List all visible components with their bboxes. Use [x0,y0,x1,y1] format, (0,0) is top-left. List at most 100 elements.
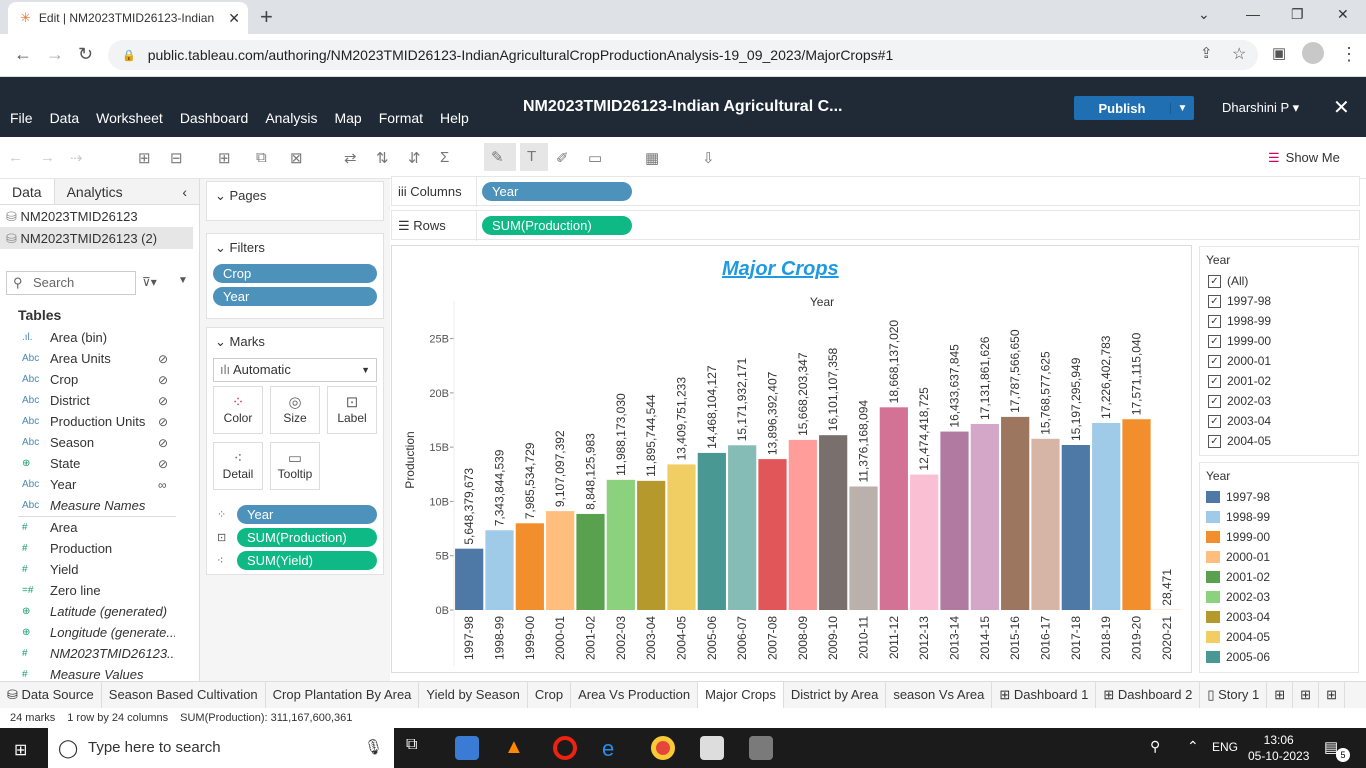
presentation-icon[interactable]: ▦ [645,149,659,167]
year-filter-checkbox[interactable]: ✓ 2001-02 [1200,371,1358,391]
field-item[interactable]: # Measure Values [0,664,199,681]
minimize-button[interactable]: — [1246,6,1260,22]
tooltip-button[interactable]: ▭ Tooltip [270,442,320,490]
size-button[interactable]: ◎ Size [270,386,320,434]
marks-pill-yield[interactable]: SUM(Yield) [237,551,377,570]
collapse-icon[interactable]: ⌄ [215,334,230,349]
collapse-icon[interactable]: ⌄ [215,188,230,203]
field-item[interactable]: Abc Crop ⊘ [0,369,199,390]
link-icon[interactable]: ∞ [158,478,167,492]
field-item[interactable]: ⊕ State ⊘ [0,453,199,474]
microphone-icon[interactable]: 🎙 [364,728,383,768]
new-story-icon[interactable]: ⊞ [1319,681,1345,709]
field-item[interactable]: Abc District ⊘ [0,390,199,411]
chrome-icon[interactable] [651,736,675,760]
show-me-button[interactable]: ☰ Show Me [1268,150,1340,166]
new-worksheet-icon[interactable]: ⊞ [218,149,231,167]
rows-shelf[interactable]: ☰ Rows SUM(Production) [391,210,1360,241]
forward-icon[interactable]: → [46,44,64,65]
year-filter-checkbox[interactable]: ✓ 2003-04 [1200,411,1358,431]
year-filter-checkbox[interactable]: ✓ (All) [1200,271,1358,291]
collapse-icon[interactable]: ⌄ [215,240,230,255]
computer-app-icon[interactable] [455,736,479,760]
show-labels-icon[interactable]: T [520,143,548,171]
unlink-icon[interactable]: ⊘ [158,415,168,429]
redo-icon[interactable]: → [40,149,55,166]
sidebar-icon[interactable]: ▣ [1272,44,1286,62]
year-filter-checkbox[interactable]: ✓ 2004-05 [1200,431,1358,451]
profile-avatar[interactable] [1302,42,1324,64]
vlc-icon[interactable]: ▲ [504,736,528,760]
menu-data[interactable]: Data [50,110,80,126]
legend-item[interactable]: 1998-99 [1200,507,1358,527]
duplicate-sheet-icon[interactable]: ⧉ [256,149,267,166]
totals-icon[interactable]: Σ [440,149,449,166]
year-filter-checkbox[interactable]: ✓ 2000-01 [1200,351,1358,371]
field-item[interactable]: Abc Production Units ⊘ [0,411,199,432]
filter-pill-year[interactable]: Year [213,287,377,306]
menu-analysis[interactable]: Analysis [265,110,317,126]
sort-desc-icon[interactable]: ⇵ [408,149,421,167]
sheet-tab[interactable]: District by Area [784,681,887,709]
replay-icon[interactable]: ⇢ [70,149,83,167]
year-filter-checkbox[interactable]: ✓ 1998-99 [1200,311,1358,331]
bookmark-star-icon[interactable]: ☆ [1232,44,1246,64]
user-menu[interactable]: Dharshini P ▾ [1222,100,1299,116]
task-view-icon[interactable]: ⧉ [406,736,430,760]
pane-menu-icon[interactable]: ▼ [178,275,188,286]
unlink-icon[interactable]: ⊘ [158,394,168,408]
sheet-tab[interactable]: Crop Plantation By Area [266,681,420,709]
publish-dropdown-icon[interactable]: ▼ [1170,102,1194,114]
unlink-icon[interactable]: ⊘ [158,373,168,387]
legend-item[interactable]: 2004-05 [1200,627,1358,647]
pages-card[interactable]: ⌄ Pages [206,181,384,221]
unlink-icon[interactable]: ⊘ [158,436,168,450]
field-item[interactable]: Abc Year ∞ [0,474,199,495]
edge-icon[interactable]: e [602,736,626,761]
download-icon[interactable]: ⇩ [702,149,715,167]
field-item[interactable]: Abc Season ⊘ [0,432,199,453]
marks-pill-production[interactable]: SUM(Production) [237,528,377,547]
clock[interactable]: 13:06 05-10-2023 [1248,732,1309,764]
columns-shelf[interactable]: iii Columns Year [391,176,1360,207]
year-filter-checkbox[interactable]: ✓ 1997-98 [1200,291,1358,311]
field-item[interactable]: .ıl. Area (bin) [0,327,199,348]
sort-asc-icon[interactable]: ⇅ [376,149,389,167]
field-item[interactable]: # NM2023TMID26123... [0,643,199,664]
sheet-tab[interactable]: Major Crops [698,681,784,709]
people-icon[interactable]: ⚲ [1150,738,1160,755]
dashboard-tab[interactable]: ⊞ Dashboard 2 [1096,681,1201,709]
close-window-button[interactable]: ✕ [1337,6,1349,23]
menu-map[interactable]: Map [334,110,361,126]
close-tab-icon[interactable]: ✕ [228,10,240,27]
menu-format[interactable]: Format [379,110,423,126]
opera-icon[interactable] [553,736,577,760]
field-search-input[interactable]: ⚲ Search [6,271,136,295]
clear-sheet-icon[interactable]: ⊠ [290,149,303,167]
field-item[interactable]: ⊕ Latitude (generated) [0,601,199,622]
browser-tab[interactable]: ✳ Edit | NM2023TMID26123-Indian ✕ [8,2,248,34]
datasource-item-selected[interactable]: ⛁ NM2023TMID26123 (2) [0,227,193,249]
field-item[interactable]: # Yield [0,559,199,580]
legend-item[interactable]: 1999-00 [1200,527,1358,547]
field-item[interactable]: # Production [0,538,199,559]
legend-item[interactable]: 2003-04 [1200,607,1358,627]
back-icon[interactable]: ← [14,44,32,65]
sheet-tab[interactable]: Season Based Cultivation [102,681,266,709]
filter-fields-icon[interactable]: ⊽▾ [142,275,157,289]
fit-icon[interactable]: ▭ [588,149,602,167]
more-menu-icon[interactable]: ⋮ [1340,44,1358,65]
new-dashboard-icon[interactable]: ⊞ [1293,681,1320,709]
sheet-tab[interactable]: season Vs Area [886,681,993,709]
data-source-tab[interactable]: ⛁ Data Source [0,681,102,709]
worksheet-view[interactable]: Major Crops Year 0B 5B 10B 15B 20B 25B Producti… [391,245,1192,673]
highlight-icon[interactable]: ✎ [484,143,516,171]
new-datasource-icon[interactable]: ⊞ [138,149,151,167]
swap-icon[interactable]: ⇄ [344,149,357,167]
rows-pill-production[interactable]: SUM(Production) [482,216,632,235]
field-item[interactable]: Abc Measure Names [0,495,199,516]
format-icon[interactable]: ✐ [556,149,569,167]
windows-start-icon[interactable]: ⊞ [14,740,27,760]
undo-icon[interactable]: ← [8,149,23,166]
legend-item[interactable]: 2005-06 [1200,647,1358,667]
